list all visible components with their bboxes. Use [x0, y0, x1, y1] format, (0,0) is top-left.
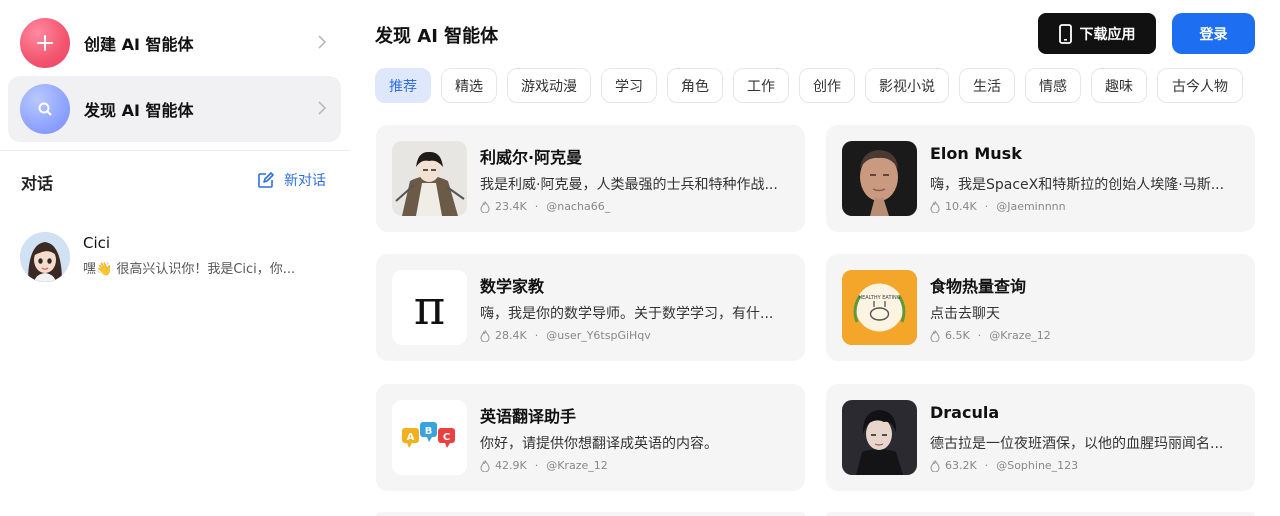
tab-featured[interactable]: 精选 — [441, 68, 497, 103]
separator-dot: · — [534, 200, 539, 213]
author-handle[interactable]: @Kraze_12 — [546, 459, 608, 472]
bot-name: 利威尔·阿克曼 — [480, 148, 583, 167]
separator-dot: · — [534, 459, 539, 472]
bot-meta: 63.2K · @Sophine_123 — [930, 459, 1078, 472]
flame-icon — [480, 200, 490, 213]
bot-card[interactable]: 利威尔·阿克曼 我是利威·阿克曼，人类最强的士兵和特种作战... 23.4K ·… — [376, 125, 805, 232]
separator-dot: · — [984, 459, 989, 472]
bot-thumbnail: A B C — [392, 400, 467, 475]
pi-symbol-icon: π — [413, 279, 446, 336]
flame-icon — [480, 329, 490, 342]
tab-life[interactable]: 生活 — [959, 68, 1015, 103]
chat-name: Cici — [83, 234, 111, 252]
healthy-eating-logo: HEALTHY EATING — [842, 270, 917, 345]
letter-b: B — [425, 426, 433, 437]
separator-dot: · — [534, 329, 539, 342]
tab-games-anime[interactable]: 游戏动漫 — [507, 68, 591, 103]
tab-work[interactable]: 工作 — [733, 68, 789, 103]
bot-card[interactable]: Elon Musk 嗨，我是SpaceX和特斯拉的创始人埃隆·马斯... 10.… — [826, 125, 1255, 232]
bot-card[interactable]: Dracula 德古拉是一位夜班酒保，以他的血腥玛丽闻名... 63.2K · … — [826, 384, 1255, 491]
separator-dot: · — [984, 200, 989, 213]
usage-count: 6.5K — [945, 329, 970, 342]
author-handle[interactable]: @nacha66_ — [546, 200, 610, 213]
bot-name: Elon Musk — [930, 144, 1022, 163]
tab-recommended[interactable]: 推荐 — [375, 68, 431, 103]
avatar — [20, 232, 70, 282]
bot-description: 我是利威·阿克曼，人类最强的士兵和特种作战... — [480, 177, 778, 193]
chat-item-cici[interactable]: Cici 嘿👋 很高兴认识你！我是Cici，你... — [20, 232, 340, 284]
bot-description: 点击去聊天 — [930, 306, 1000, 322]
download-app-label: 下载应用 — [1079, 26, 1136, 43]
tab-creation[interactable]: 创作 — [799, 68, 855, 103]
bot-card[interactable]: A B C 英语翻译助手 你好，请提供你想翻译成英语的内容。 42.9K · @… — [376, 384, 805, 491]
create-agent-label: 创建 AI 智能体 — [84, 35, 194, 54]
bot-thumbnail — [842, 400, 917, 475]
author-handle[interactable]: @user_Y6tspGiHqv — [546, 329, 651, 342]
bot-card-partial[interactable] — [376, 512, 805, 516]
chevron-right-icon — [318, 101, 327, 115]
bot-name: 数学家教 — [480, 277, 545, 296]
usage-count: 42.9K — [495, 459, 527, 472]
conversations-title: 对话 — [21, 174, 54, 193]
bot-name: Dracula — [930, 403, 1000, 422]
bot-description: 嗨，我是你的数学导师。关于数学学习，有什... — [480, 306, 774, 322]
flame-icon — [930, 459, 940, 472]
new-chat-button[interactable]: 新对话 — [257, 170, 326, 190]
flame-icon — [930, 200, 940, 213]
tab-emotion[interactable]: 情感 — [1025, 68, 1081, 103]
logo-text: HEALTHY EATING — [858, 295, 900, 301]
usage-count: 10.4K — [945, 200, 977, 213]
phone-icon — [1058, 23, 1072, 44]
tab-study[interactable]: 学习 — [601, 68, 657, 103]
bot-description: 德古拉是一位夜班酒保，以他的血腥玛丽闻名... — [930, 436, 1224, 452]
tab-historical-figures[interactable]: 古今人物 — [1157, 68, 1243, 103]
abc-bubbles-icon: A B C — [392, 400, 467, 475]
bot-meta: 42.9K · @Kraze_12 — [480, 459, 608, 472]
tab-fun[interactable]: 趣味 — [1091, 68, 1147, 103]
usage-count: 63.2K — [945, 459, 977, 472]
tab-roles[interactable]: 角色 — [667, 68, 723, 103]
sidebar-divider — [0, 150, 350, 151]
author-handle[interactable]: @Jaeminnnn — [996, 200, 1065, 213]
page-title: 发现 AI 智能体 — [375, 26, 499, 47]
usage-count: 23.4K — [495, 200, 527, 213]
chat-preview: 嘿👋 很高兴认识你！我是Cici，你... — [83, 262, 296, 277]
author-handle[interactable]: @Kraze_12 — [989, 329, 1051, 342]
new-chat-label: 新对话 — [284, 173, 326, 189]
bot-name: 食物热量查询 — [930, 277, 1027, 296]
bot-meta: 23.4K · @nacha66_ — [480, 200, 610, 213]
bot-name: 英语翻译助手 — [480, 407, 577, 426]
bot-card[interactable]: HEALTHY EATING 食物热量查询 点击去聊天 6.5K · @Kraz… — [826, 254, 1255, 361]
separator-dot: · — [977, 329, 982, 342]
bot-card[interactable]: π 数学家教 嗨，我是你的数学导师。关于数学学习，有什... 28.4K · @… — [376, 254, 805, 361]
create-agent-item[interactable]: 创建 AI 智能体 — [8, 10, 341, 76]
sidebar: 创建 AI 智能体 发现 AI 智能体 对话 新对话 Cici 嘿👋 很高兴认识… — [0, 0, 350, 516]
bot-meta: 6.5K · @Kraze_12 — [930, 329, 1051, 342]
bot-thumbnail: π — [392, 270, 467, 345]
bot-description: 嗨，我是SpaceX和特斯拉的创始人埃隆·马斯... — [930, 177, 1225, 193]
search-icon — [20, 84, 70, 134]
bot-meta: 10.4K · @Jaeminnnn — [930, 200, 1066, 213]
plus-icon — [20, 18, 70, 68]
bot-thumbnail — [842, 141, 917, 216]
discover-agent-label: 发现 AI 智能体 — [84, 101, 194, 120]
download-app-button[interactable]: 下载应用 — [1038, 13, 1156, 54]
author-handle[interactable]: @Sophine_123 — [996, 459, 1078, 472]
login-button[interactable]: 登录 — [1172, 13, 1255, 54]
usage-count: 28.4K — [495, 329, 527, 342]
bot-description: 你好，请提供你想翻译成英语的内容。 — [480, 436, 718, 452]
bot-thumbnail — [392, 141, 467, 216]
letter-c: C — [443, 432, 450, 443]
bot-card-partial[interactable] — [826, 512, 1255, 516]
letter-a: A — [407, 432, 415, 443]
bot-meta: 28.4K · @user_Y6tspGiHqv — [480, 329, 651, 342]
edit-icon — [258, 171, 274, 188]
tab-film-novel[interactable]: 影视小说 — [865, 68, 949, 103]
bot-thumbnail: HEALTHY EATING — [842, 270, 917, 345]
chevron-right-icon — [318, 35, 327, 49]
discover-agent-item[interactable]: 发现 AI 智能体 — [8, 76, 341, 142]
flame-icon — [930, 329, 940, 342]
flame-icon — [480, 459, 490, 472]
